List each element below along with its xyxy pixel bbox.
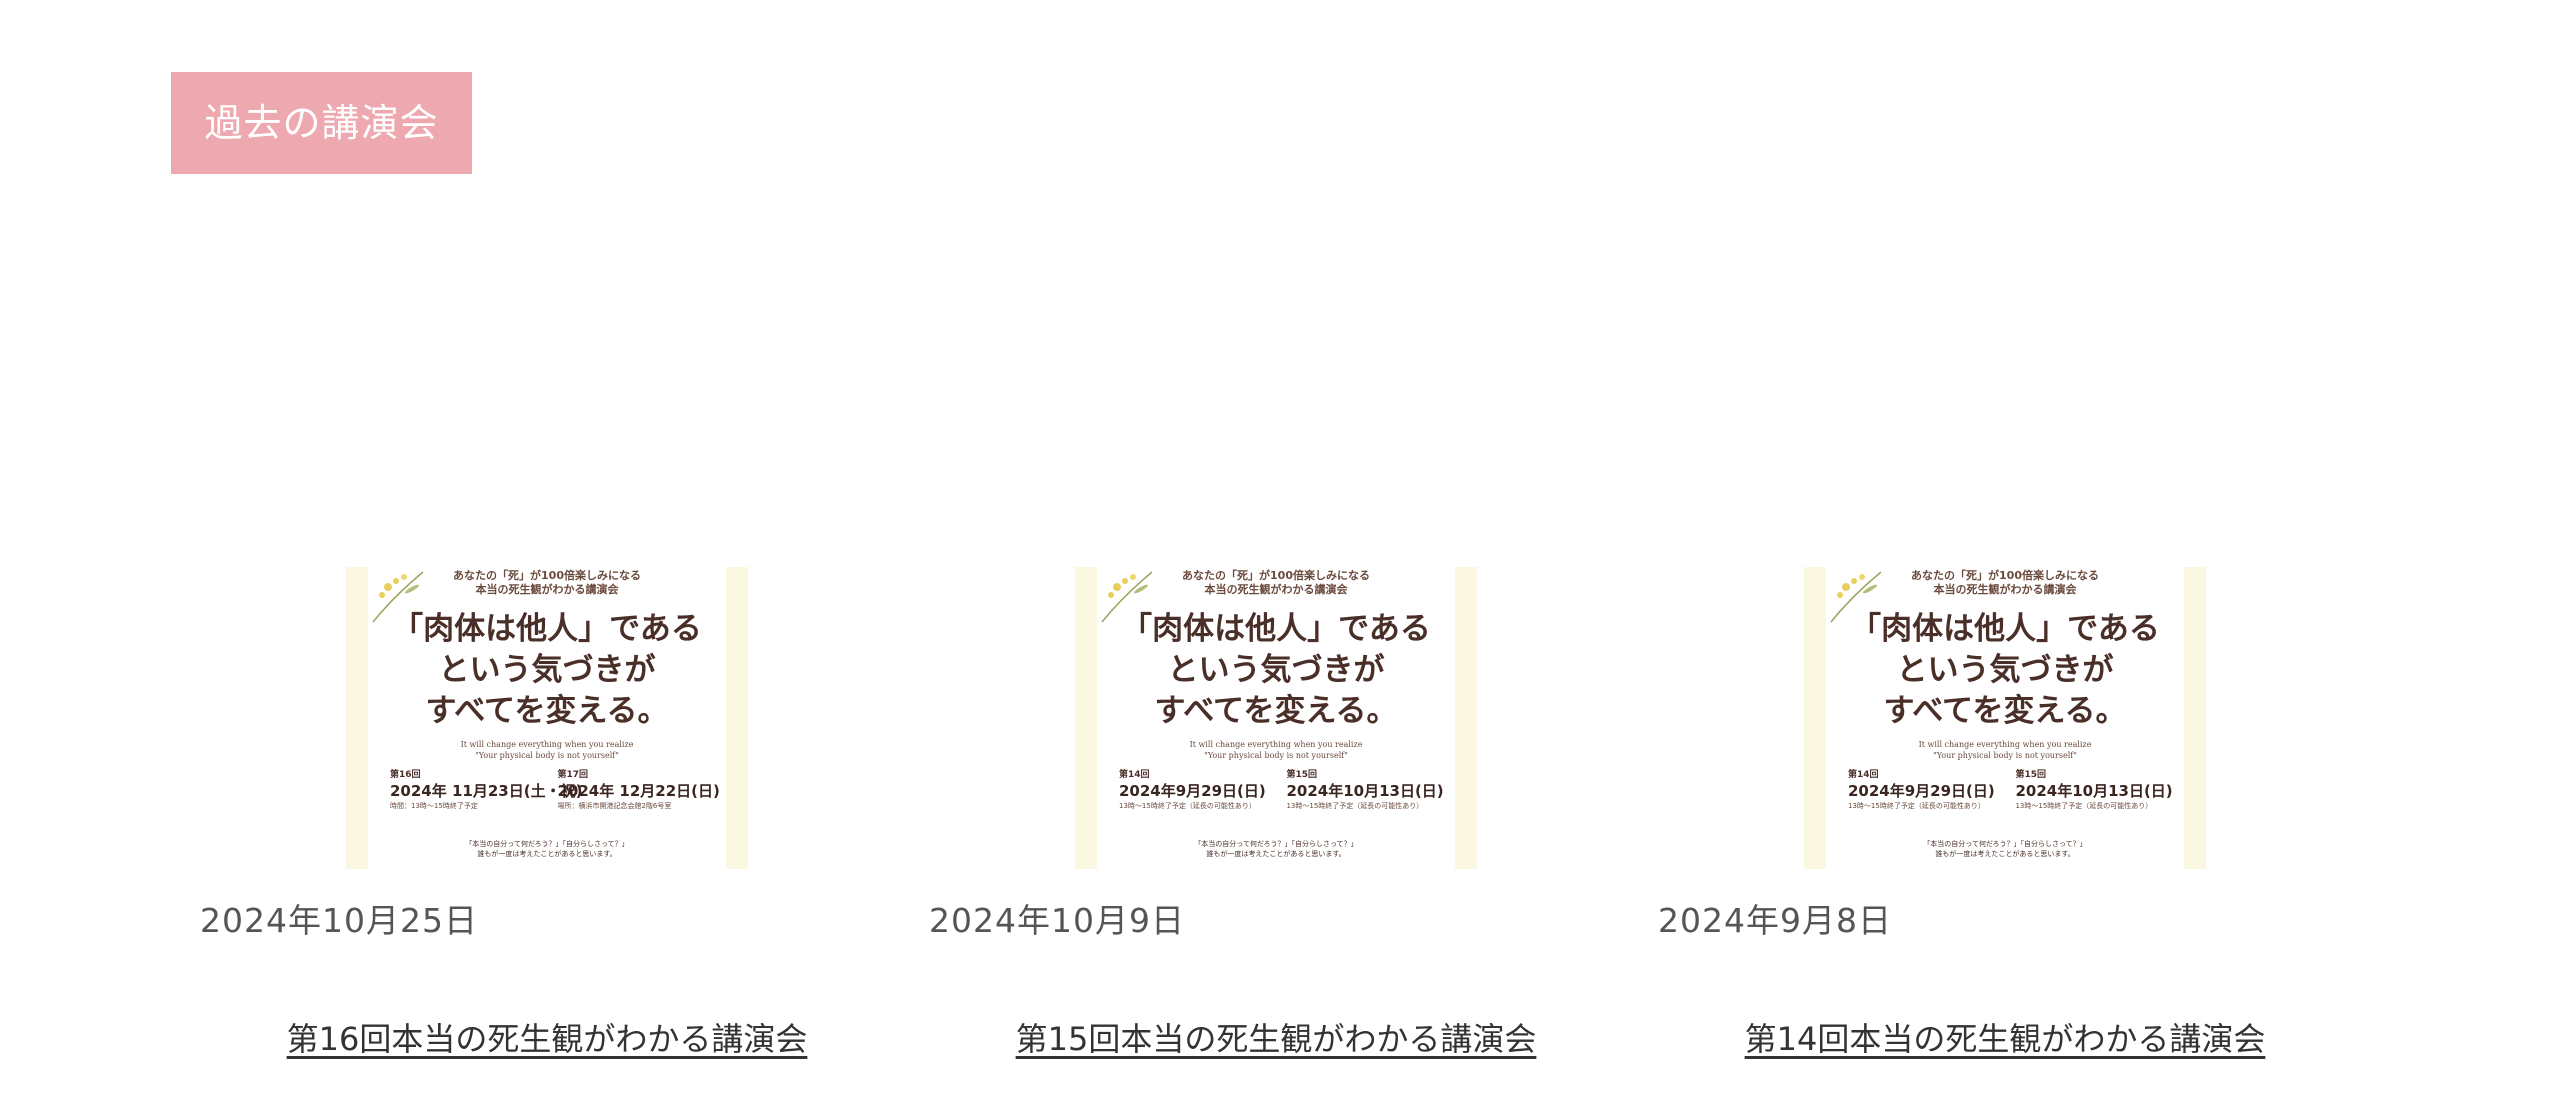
- flyer-paper: あなたの「死」が100倍楽しみになる 本当の死生観がわかる講演会 「肉体は他人」…: [1097, 567, 1455, 869]
- flyer-headline: 「肉体は他人」である という気づきが すべてを変える。: [1121, 611, 1431, 729]
- flyer-headline: 「肉体は他人」である という気づきが すべてを変える。: [392, 611, 702, 729]
- flyer-dates: 第14回 2024年9月29日(日) 13時〜15時終了予定（延長の可能性あり）…: [1119, 767, 1444, 827]
- lecture-flyer-thumbnail[interactable]: あなたの「死」が100倍楽しみになる 本当の死生観がわかる講演会 「肉体は他人」…: [1075, 567, 1477, 869]
- lecture-title-link[interactable]: 第16回本当の死生観がわかる講演会: [200, 1014, 894, 1060]
- flyer-right-note: 13時〜15時終了予定（延長の可能性あり）: [2015, 802, 2153, 810]
- lecture-flyer-thumbnail[interactable]: あなたの「死」が100倍楽しみになる 本当の死生観がわかる講演会 「肉体は他人」…: [346, 567, 748, 869]
- flyer-paper: あなたの「死」が100倍楽しみになる 本当の死生観がわかる講演会 「肉体は他人」…: [1826, 567, 2184, 869]
- flyer-footer: 「本当の自分って何だろう？」「自分らしさって？」 誰もが一度は考えたことがあると…: [1923, 840, 2087, 858]
- flyer-paper: あなたの「死」が100倍楽しみになる 本当の死生観がわかる講演会 「肉体は他人」…: [368, 567, 726, 869]
- flyer-left-date: 2024年9月29日(日): [1848, 782, 1995, 800]
- flyer-dates: 第16回 2024年 11月23日(土・祝) 時間：13時〜15時終了予定 第1…: [390, 767, 720, 827]
- flyer-footer: 「本当の自分って何だろう？」「自分らしさって？」 誰もが一度は考えたことがあると…: [465, 840, 629, 858]
- flyer-subtitle: 本当の死生観がわかる講演会: [1933, 583, 2077, 596]
- flyer-dates: 第14回 2024年9月29日(日) 13時〜15時終了予定（延長の可能性あり）…: [1848, 767, 2173, 827]
- lecture-flyer-thumbnail[interactable]: あなたの「死」が100倍楽しみになる 本当の死生観がわかる講演会 「肉体は他人」…: [1804, 567, 2206, 869]
- lecture-title-link[interactable]: 第14回本当の死生観がわかる講演会: [1658, 1014, 2352, 1060]
- lecture-date: 2024年9月8日: [1658, 901, 1892, 940]
- flyer-left-note: 時間：13時〜15時終了予定: [390, 802, 478, 810]
- flyer-subtitle: 本当の死生観がわかる講演会: [475, 583, 619, 596]
- flyer-left-date: 2024年 11月23日(土・祝): [390, 782, 583, 800]
- flyer-left-note: 13時〜15時終了予定（延長の可能性あり）: [1119, 802, 1256, 810]
- flyer-footer: 「本当の自分って何だろう？」「自分らしさって？」 誰もが一度は考えたことがあると…: [1194, 840, 1358, 858]
- flyer-right-label: 第15回: [2015, 770, 2046, 780]
- past-lectures-list: あなたの「死」が100倍楽しみになる 本当の死生観がわかる講演会 「肉体は他人」…: [0, 567, 2560, 1087]
- flyer-right-date: 2024年10月13日(日): [1286, 782, 1444, 800]
- section-title: 過去の講演会: [171, 72, 472, 174]
- flyer-right-label: 第15回: [1286, 770, 1317, 780]
- lecture-card: あなたの「死」が100倍楽しみになる 本当の死生観がわかる講演会 「肉体は他人」…: [929, 567, 1549, 1087]
- lecture-title-link[interactable]: 第15回本当の死生観がわかる講演会: [929, 1014, 1623, 1060]
- flyer-english: It will change everything when you reali…: [1918, 740, 2092, 760]
- flyer-right-label: 第17回: [557, 770, 588, 780]
- lecture-date: 2024年10月9日: [929, 901, 1185, 940]
- lecture-date: 2024年10月25日: [200, 901, 478, 940]
- flyer-english: It will change everything when you reali…: [460, 740, 634, 760]
- flyer-left-note: 13時〜15時終了予定（延長の可能性あり）: [1848, 802, 1985, 810]
- flyer-right-note: 13時〜15時終了予定（延長の可能性あり）: [1286, 802, 1424, 810]
- flyer-subtitle: 本当の死生観がわかる講演会: [1204, 583, 1348, 596]
- flyer-headline: 「肉体は他人」である という気づきが すべてを変える。: [1850, 611, 2160, 729]
- lecture-card: あなたの「死」が100倍楽しみになる 本当の死生観がわかる講演会 「肉体は他人」…: [200, 567, 820, 1087]
- flyer-left-label: 第14回: [1119, 770, 1150, 780]
- lecture-card: あなたの「死」が100倍楽しみになる 本当の死生観がわかる講演会 「肉体は他人」…: [1658, 567, 2278, 1087]
- flyer-right-date: 2024年 12月22日(日): [557, 782, 720, 800]
- flyer-left-label: 第16回: [390, 770, 421, 780]
- flyer-right-note: 場所：横浜市開港記念会館2階6号室: [557, 802, 672, 810]
- flyer-left-date: 2024年9月29日(日): [1119, 782, 1266, 800]
- flyer-right-date: 2024年10月13日(日): [2015, 782, 2173, 800]
- flyer-left-label: 第14回: [1848, 770, 1879, 780]
- flyer-english: It will change everything when you reali…: [1189, 740, 1363, 760]
